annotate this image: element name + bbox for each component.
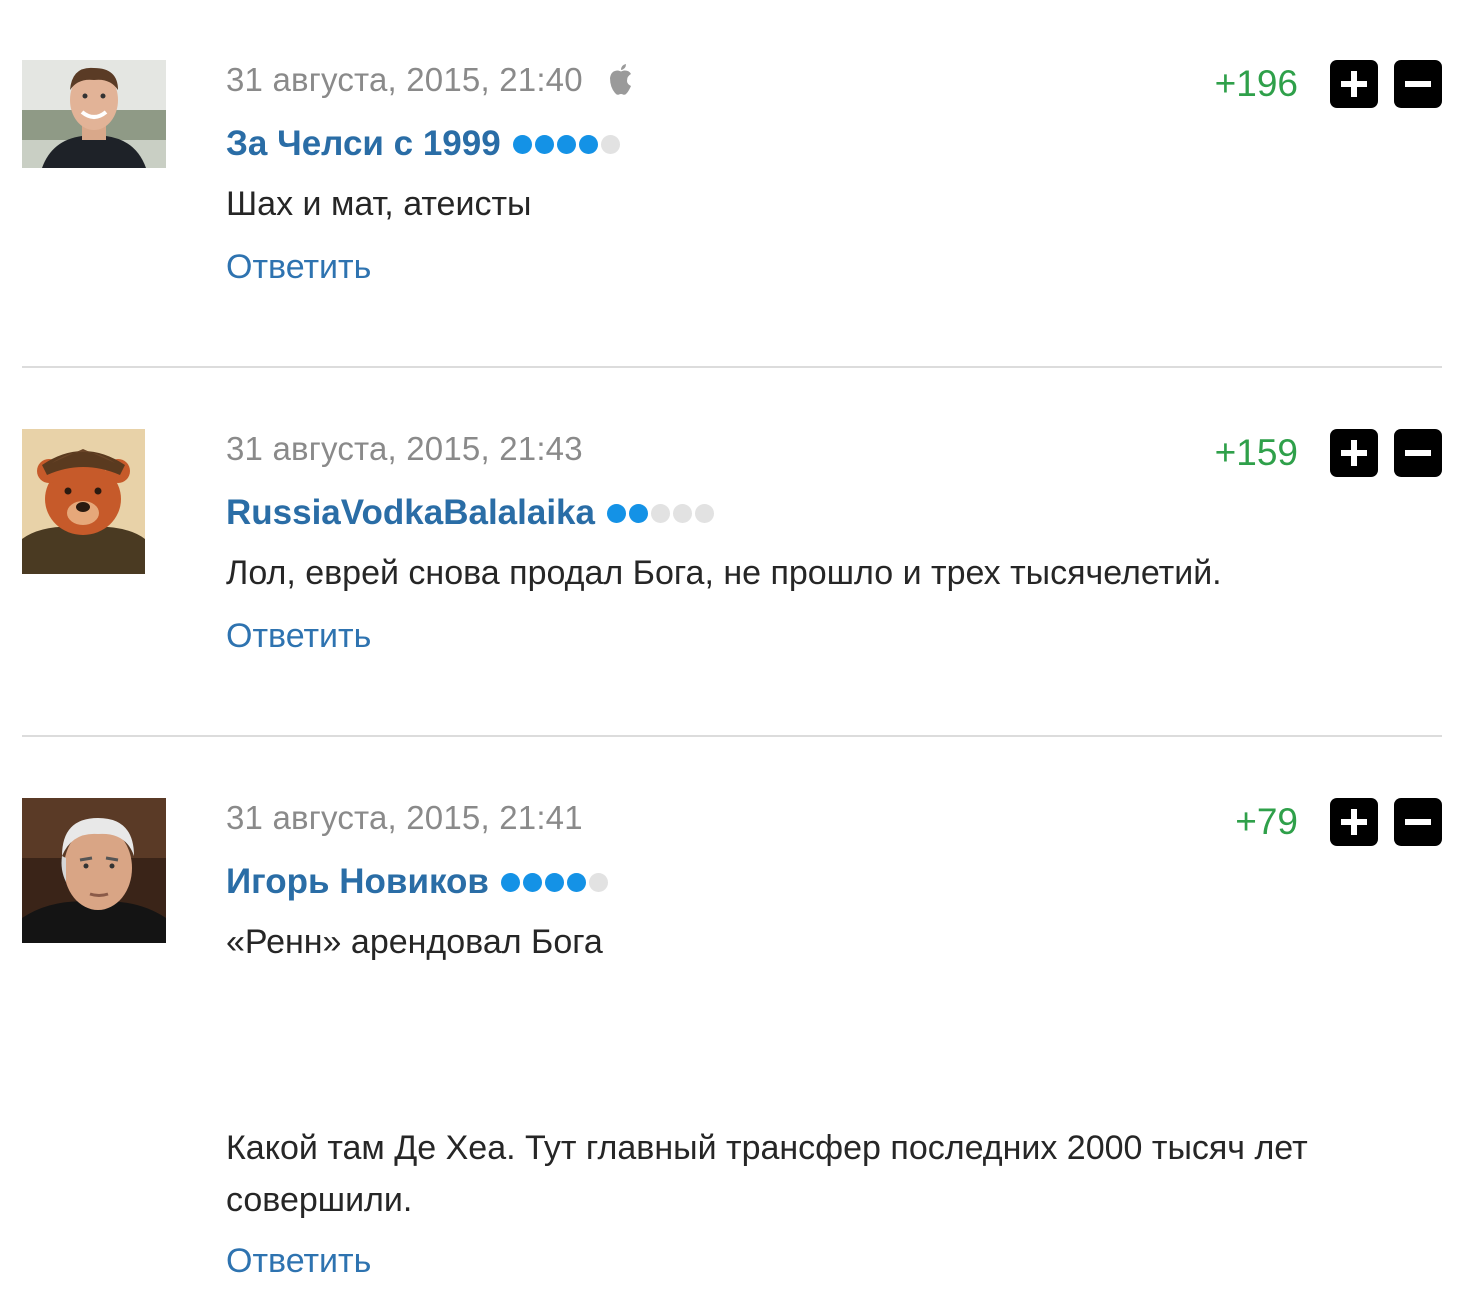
upvote-button[interactable] bbox=[1330, 60, 1378, 108]
comment-divider bbox=[22, 735, 1442, 737]
rating-dot-empty bbox=[673, 503, 692, 523]
comment: 31 августа, 2015, 21:41 Игорь Новиков «Р… bbox=[22, 798, 1442, 1298]
rating-dot-filled bbox=[512, 134, 532, 154]
vote-score: +79 bbox=[1235, 801, 1298, 842]
upvote-button[interactable] bbox=[1330, 798, 1378, 846]
comment: 31 августа, 2015, 21:43 RussiaVodkaBalal… bbox=[22, 429, 1442, 689]
rating-dot-empty bbox=[695, 503, 714, 523]
smiling-man-avatar-icon bbox=[22, 60, 166, 168]
rating-dot-filled bbox=[544, 872, 564, 892]
comment-date: 31 августа, 2015, 21:40 bbox=[226, 61, 583, 98]
downvote-button[interactable] bbox=[1394, 798, 1442, 846]
vote-controls: +196 bbox=[1215, 60, 1442, 108]
comment-text: Шах и мат, атеисты bbox=[226, 185, 532, 223]
rating-dot-filled bbox=[522, 872, 542, 892]
rating-dot-filled bbox=[578, 134, 598, 154]
vote-score: +196 bbox=[1214, 63, 1298, 104]
comment-divider bbox=[22, 366, 1442, 368]
grey-haired-man-avatar-icon bbox=[22, 798, 166, 943]
comment-text: «Ренн» арендовал Бога bbox=[226, 923, 603, 961]
bear-in-hat-avatar-icon bbox=[22, 429, 145, 574]
user-rating-dots bbox=[512, 134, 620, 154]
reply-link[interactable]: Ответить bbox=[226, 248, 371, 287]
minus-icon bbox=[1405, 81, 1431, 87]
comment-text-continued: Какой там Де Хеа. Тут главный трансфер п… bbox=[226, 1129, 1308, 1219]
vote-score: +159 bbox=[1214, 432, 1298, 473]
avatar[interactable] bbox=[22, 60, 166, 168]
downvote-button[interactable] bbox=[1394, 429, 1442, 477]
rating-dot-filled bbox=[534, 134, 554, 154]
rating-dot-filled bbox=[629, 503, 648, 523]
reply-link[interactable]: Ответить bbox=[226, 1242, 371, 1281]
comment-text: Лол, еврей снова продал Бога, не прошло … bbox=[226, 554, 1222, 592]
rating-dot-empty bbox=[600, 134, 620, 154]
avatar[interactable] bbox=[22, 429, 145, 574]
user-rating-dots bbox=[607, 503, 714, 523]
plus-icon bbox=[1341, 71, 1367, 97]
reply-link[interactable]: Ответить bbox=[226, 617, 371, 656]
user-rating-dots bbox=[500, 872, 608, 892]
plus-icon bbox=[1341, 440, 1367, 466]
plus-icon bbox=[1341, 809, 1367, 835]
rating-dot-filled bbox=[556, 134, 576, 154]
comment-meta: 31 августа, 2015, 21:41 Игорь Новиков «Р… bbox=[226, 798, 1442, 1281]
username-link[interactable]: Игорь Новиков bbox=[226, 862, 489, 902]
username-link[interactable]: RussiaVodkaBalalaika bbox=[226, 493, 595, 533]
downvote-button[interactable] bbox=[1394, 60, 1442, 108]
rating-dot-filled bbox=[607, 503, 626, 523]
username-link[interactable]: За Челси с 1999 bbox=[226, 124, 501, 164]
rating-dot-filled bbox=[566, 872, 586, 892]
minus-icon bbox=[1405, 450, 1431, 456]
comment: 31 августа, 2015, 21:40 За Челси с 1999 … bbox=[22, 60, 1442, 320]
vote-controls: +79 bbox=[1235, 798, 1442, 846]
comment-date: 31 августа, 2015, 21:43 bbox=[226, 430, 583, 467]
upvote-button[interactable] bbox=[1330, 429, 1378, 477]
rating-dot-filled bbox=[500, 872, 520, 892]
comment-date: 31 августа, 2015, 21:41 bbox=[226, 799, 583, 836]
minus-icon bbox=[1405, 819, 1431, 825]
apple-icon bbox=[605, 63, 637, 97]
avatar[interactable] bbox=[22, 798, 166, 943]
rating-dot-empty bbox=[588, 872, 608, 892]
vote-controls: +159 bbox=[1215, 429, 1442, 477]
rating-dot-empty bbox=[651, 503, 670, 523]
